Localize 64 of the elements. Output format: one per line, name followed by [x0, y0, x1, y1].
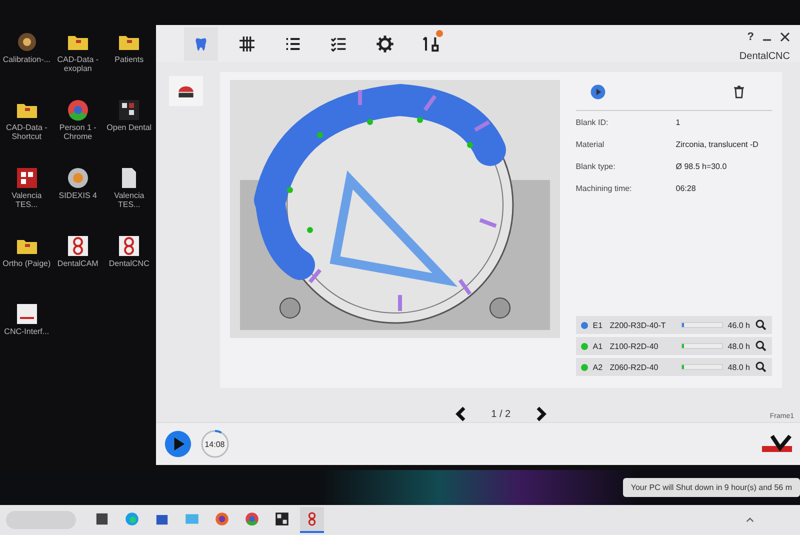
notification-toast[interactable]: Your PC will Shut down in 9 hour(s) and 56 m [622, 478, 800, 497]
tool-slot: E1 [592, 320, 605, 330]
tool-time: 48.0 h [728, 342, 750, 350]
logo-icon [762, 434, 792, 454]
mail-icon [184, 511, 200, 527]
app-icon[interactable] [117, 98, 142, 122]
edge-icon [124, 511, 140, 527]
icon-label: CAD-Data - exoplan [56, 56, 100, 74]
icon-label: Valencia TES... [113, 192, 146, 210]
search-icon[interactable] [755, 361, 767, 373]
close-icon[interactable] [780, 32, 790, 42]
firefox-icon [214, 511, 230, 527]
tools-icon [420, 34, 441, 54]
tool-name: Z100-R2D-40 [610, 342, 660, 350]
tool-slot: A1 [592, 342, 605, 350]
next-icon[interactable] [534, 406, 547, 422]
chevron-up-icon[interactable] [746, 516, 754, 524]
taskview-icon [94, 511, 110, 527]
info-label: Material [576, 140, 606, 149]
tool-name: Z200-R3D-40-T [610, 320, 667, 330]
play-button-icon[interactable] [164, 430, 192, 458]
app-icon[interactable] [66, 166, 90, 190]
info-value: Ø 98.5 h=30.0 [676, 162, 727, 171]
icon-label: Patients [114, 56, 144, 65]
icon-label: DentalCAM [57, 260, 98, 269]
app-icon[interactable] [14, 302, 39, 326]
info-value: 06:28 [676, 184, 696, 193]
grid-icon [274, 511, 290, 527]
icon-label: Valencia TES... [10, 192, 43, 210]
timer-text: 14:08 [204, 440, 225, 448]
tool-time: 48.0 h [728, 362, 750, 372]
info-value: Zirconia, translucent -D [676, 140, 758, 149]
app-icon[interactable] [66, 234, 90, 258]
info-label: Blank type: [576, 162, 616, 171]
search-icon[interactable] [755, 319, 767, 331]
app-icon[interactable] [14, 166, 39, 190]
window-title: DentalCNC [739, 51, 790, 62]
tool-name: Z060-R2D-40 [610, 362, 660, 372]
chrome-icon [244, 511, 260, 527]
tool-time: 46.0 h [728, 320, 750, 330]
icon-label: Open Dental [106, 124, 152, 133]
icon-label: CNC-Interf... [4, 328, 50, 337]
help-button[interactable]: ? [747, 31, 754, 43]
gear-icon [374, 34, 395, 54]
tool-slot: A2 [592, 362, 605, 372]
info-label: Machining time: [576, 184, 633, 193]
icon-label: Calibration-... [2, 56, 50, 65]
alert-badge [436, 30, 443, 36]
icon-label: DentalCNC [108, 260, 150, 269]
search-icon[interactable] [755, 340, 767, 352]
icon-label: CAD-Data - Shortcut [4, 124, 48, 142]
previous-icon[interactable] [455, 406, 468, 422]
app-icon[interactable] [66, 98, 90, 122]
grid-icon [236, 34, 257, 54]
blank-holder-button[interactable] [168, 76, 203, 106]
page-indicator: 1 / 2 [491, 408, 511, 420]
icon-label: Person 1 - Chrome [58, 124, 98, 142]
info-label: Blank ID: [576, 118, 610, 127]
icon-label: SIDEXIS 4 [58, 192, 97, 201]
app-icon[interactable] [117, 234, 142, 258]
play-icon[interactable] [590, 84, 606, 100]
icon-label: Ortho (Paige) [2, 260, 51, 269]
trash-icon[interactable] [732, 84, 746, 100]
info-value: 1 [676, 118, 680, 127]
